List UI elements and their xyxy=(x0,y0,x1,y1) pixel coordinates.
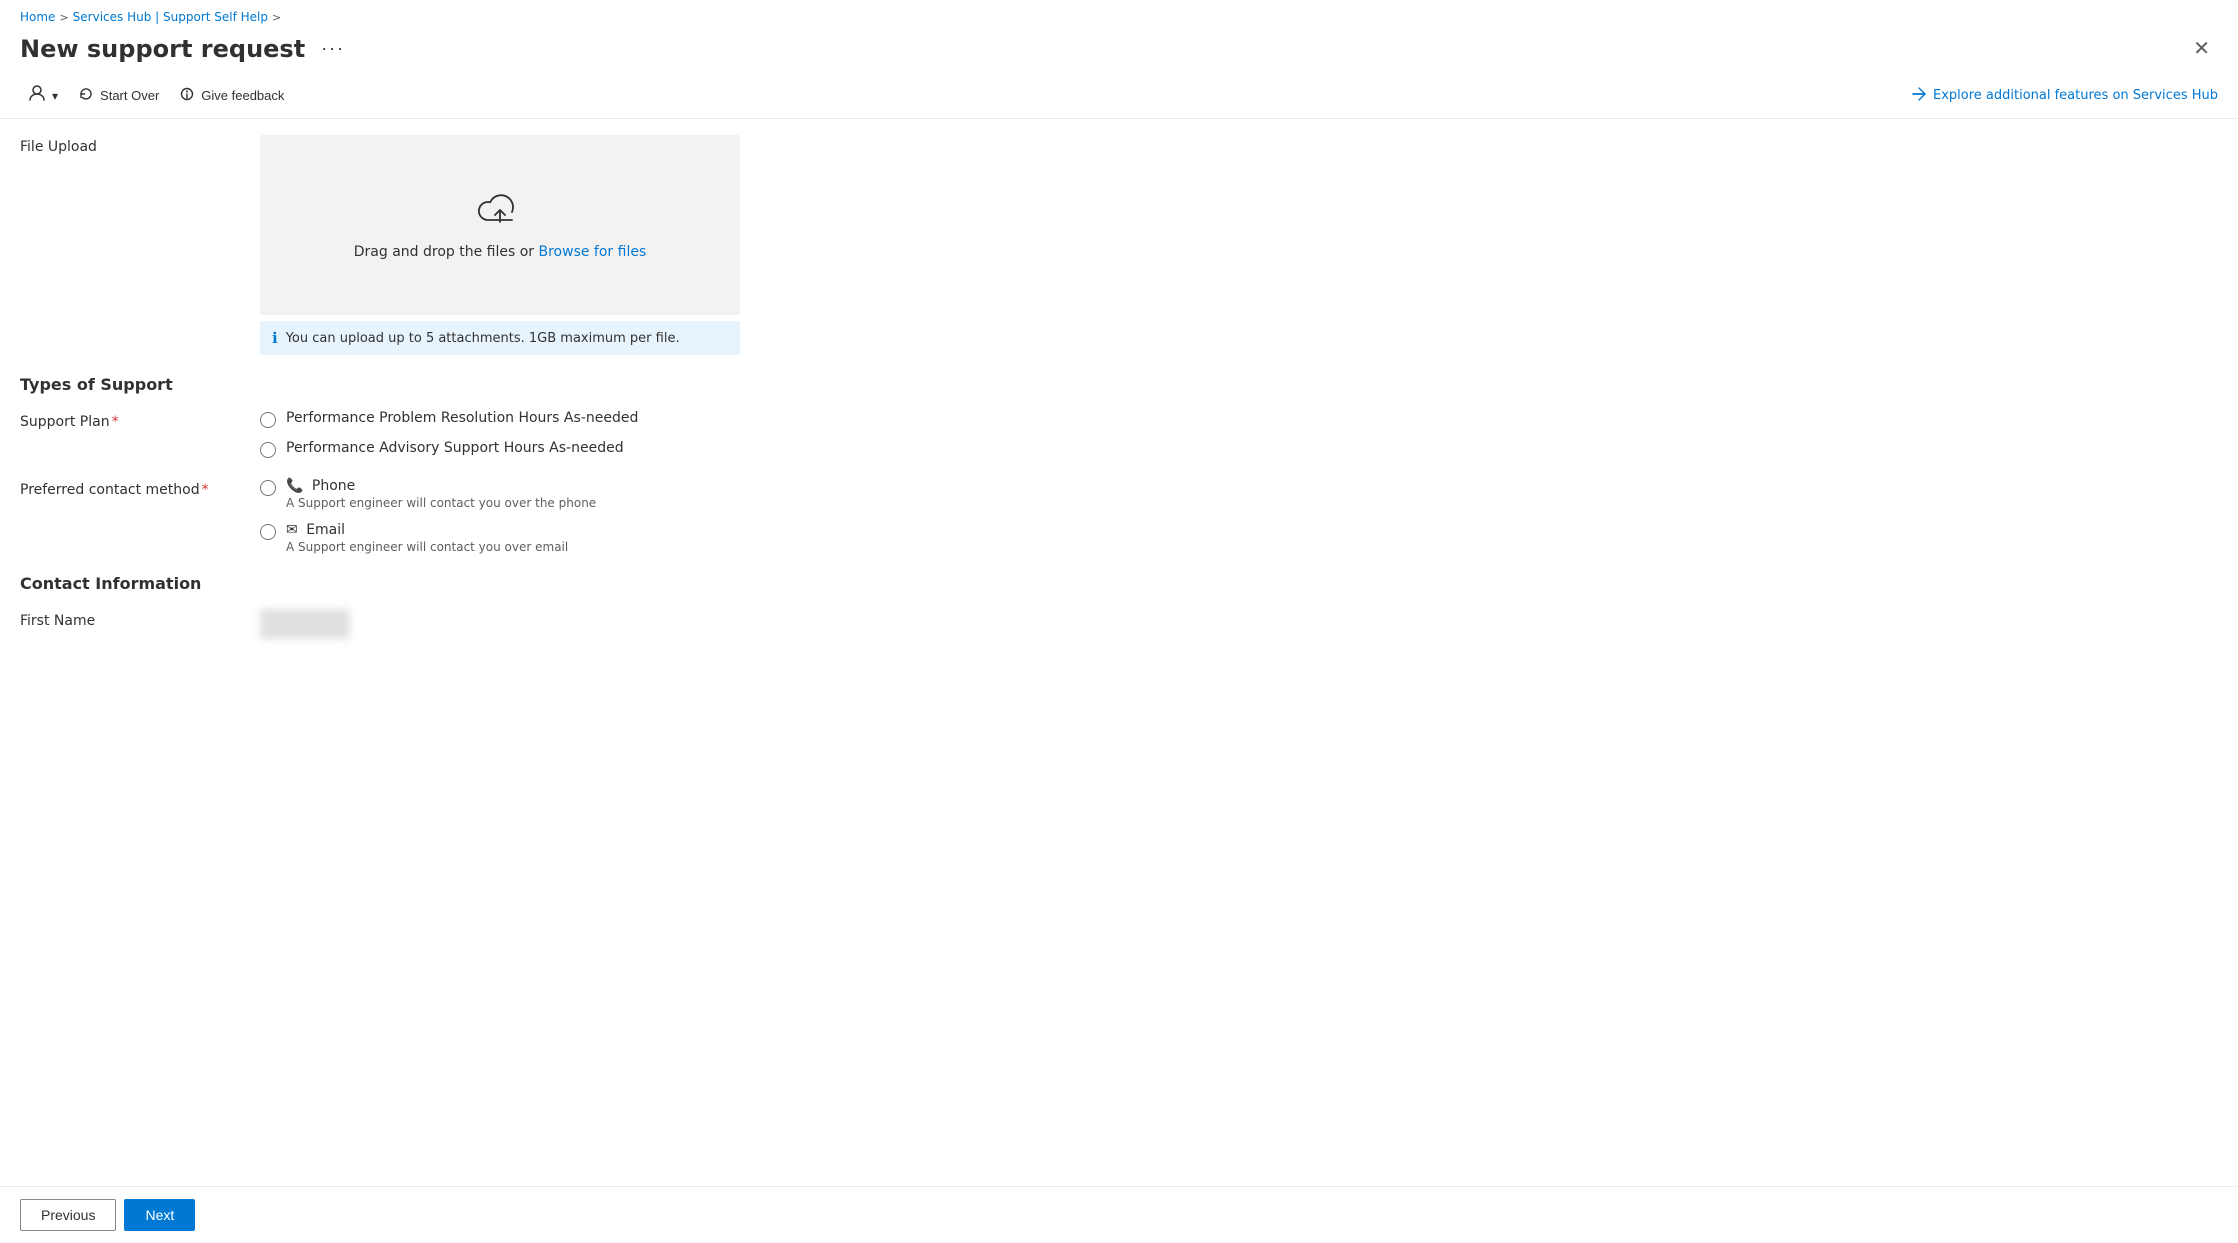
first-name-field xyxy=(260,609,740,639)
give-feedback-icon xyxy=(179,86,195,105)
upload-cloud-icon xyxy=(478,190,522,232)
file-upload-row: File Upload Drag and drop the files or B… xyxy=(20,135,2218,355)
page-header: New support request ··· ✕ xyxy=(0,28,2238,73)
main-content: File Upload Drag and drop the files or B… xyxy=(0,119,2238,1186)
upload-info-text: You can upload up to 5 attachments. 1GB … xyxy=(286,331,680,346)
explore-features-link[interactable]: Explore additional features on Services … xyxy=(1911,86,2218,106)
support-plan-label-2: Performance Advisory Support Hours As-ne… xyxy=(286,440,624,456)
support-plan-label-1: Performance Problem Resolution Hours As-… xyxy=(286,410,638,426)
contact-method-radio-group: 📞 Phone A Support engineer will contact … xyxy=(260,478,740,554)
start-over-button[interactable]: Start Over xyxy=(70,81,167,110)
user-menu-button[interactable]: ▾ xyxy=(20,79,66,112)
contact-method-radio-phone[interactable] xyxy=(260,480,276,496)
file-upload-label: File Upload xyxy=(20,135,240,155)
upload-info: ℹ You can upload up to 5 attachments. 1G… xyxy=(260,321,740,355)
contact-method-row: Preferred contact method* 📞 Phone A Supp… xyxy=(20,478,2218,554)
first-name-row: First Name xyxy=(20,609,2218,639)
browse-files-link[interactable]: Browse for files xyxy=(539,244,647,260)
phone-label: 📞 Phone xyxy=(286,478,596,494)
support-plan-label: Support Plan* xyxy=(20,410,240,430)
file-upload-field: Drag and drop the files or Browse for fi… xyxy=(260,135,740,355)
start-over-icon xyxy=(78,86,94,105)
previous-button[interactable]: Previous xyxy=(20,1199,116,1231)
types-of-support-heading: Types of Support xyxy=(20,375,2218,394)
more-button[interactable]: ··· xyxy=(315,36,351,61)
page-title-row: New support request ··· xyxy=(20,35,351,63)
support-plan-required: * xyxy=(112,414,119,430)
support-plan-options: Performance Problem Resolution Hours As-… xyxy=(260,410,740,458)
support-plan-option-1[interactable]: Performance Problem Resolution Hours As-… xyxy=(260,410,740,428)
next-button[interactable]: Next xyxy=(124,1199,195,1231)
support-plan-radio-group: Performance Problem Resolution Hours As-… xyxy=(260,410,740,458)
give-feedback-label: Give feedback xyxy=(201,88,284,103)
breadcrumb: Home > Services Hub | Support Self Help … xyxy=(0,0,2238,28)
contact-info-heading: Contact Information xyxy=(20,574,2218,593)
breadcrumb-sep1: > xyxy=(59,11,68,24)
upload-drag-text: Drag and drop the files or Browse for fi… xyxy=(354,244,647,260)
support-plan-radio-1[interactable] xyxy=(260,412,276,428)
explore-label: Explore additional features on Services … xyxy=(1933,88,2218,103)
breadcrumb-home[interactable]: Home xyxy=(20,10,55,24)
contact-method-label: Preferred contact method* xyxy=(20,478,240,498)
first-name-label: First Name xyxy=(20,609,240,629)
close-button[interactable]: ✕ xyxy=(2185,32,2218,65)
bottom-navigation: Previous Next xyxy=(0,1186,2238,1243)
toolbar: ▾ Start Over Give feedback xyxy=(0,73,2238,119)
email-icon: ✉ xyxy=(286,522,298,538)
contact-method-options: 📞 Phone A Support engineer will contact … xyxy=(260,478,740,554)
breadcrumb-sep2: > xyxy=(272,11,281,24)
start-over-label: Start Over xyxy=(100,88,159,103)
contact-method-phone[interactable]: 📞 Phone A Support engineer will contact … xyxy=(260,478,740,510)
page-title: New support request xyxy=(20,35,305,63)
first-name-input-blurred xyxy=(260,609,350,639)
email-label: ✉ Email xyxy=(286,522,568,538)
contact-method-radio-email[interactable] xyxy=(260,524,276,540)
toolbar-left: ▾ Start Over Give feedback xyxy=(20,79,292,112)
support-plan-row: Support Plan* Performance Problem Resolu… xyxy=(20,410,2218,458)
support-plan-option-2[interactable]: Performance Advisory Support Hours As-ne… xyxy=(260,440,740,458)
support-plan-radio-2[interactable] xyxy=(260,442,276,458)
breadcrumb-services-hub[interactable]: Services Hub | Support Self Help xyxy=(73,10,268,24)
give-feedback-button[interactable]: Give feedback xyxy=(171,81,292,110)
email-sub: A Support engineer will contact you over… xyxy=(286,540,568,554)
phone-sub: A Support engineer will contact you over… xyxy=(286,496,596,510)
phone-icon: 📞 xyxy=(286,478,303,494)
info-icon: ℹ xyxy=(272,329,278,347)
file-upload-zone[interactable]: Drag and drop the files or Browse for fi… xyxy=(260,135,740,315)
user-icon xyxy=(28,84,46,107)
contact-method-required: * xyxy=(202,482,209,498)
explore-icon xyxy=(1911,86,1927,106)
contact-method-email[interactable]: ✉ Email A Support engineer will contact … xyxy=(260,522,740,554)
dropdown-arrow-icon: ▾ xyxy=(52,89,58,103)
